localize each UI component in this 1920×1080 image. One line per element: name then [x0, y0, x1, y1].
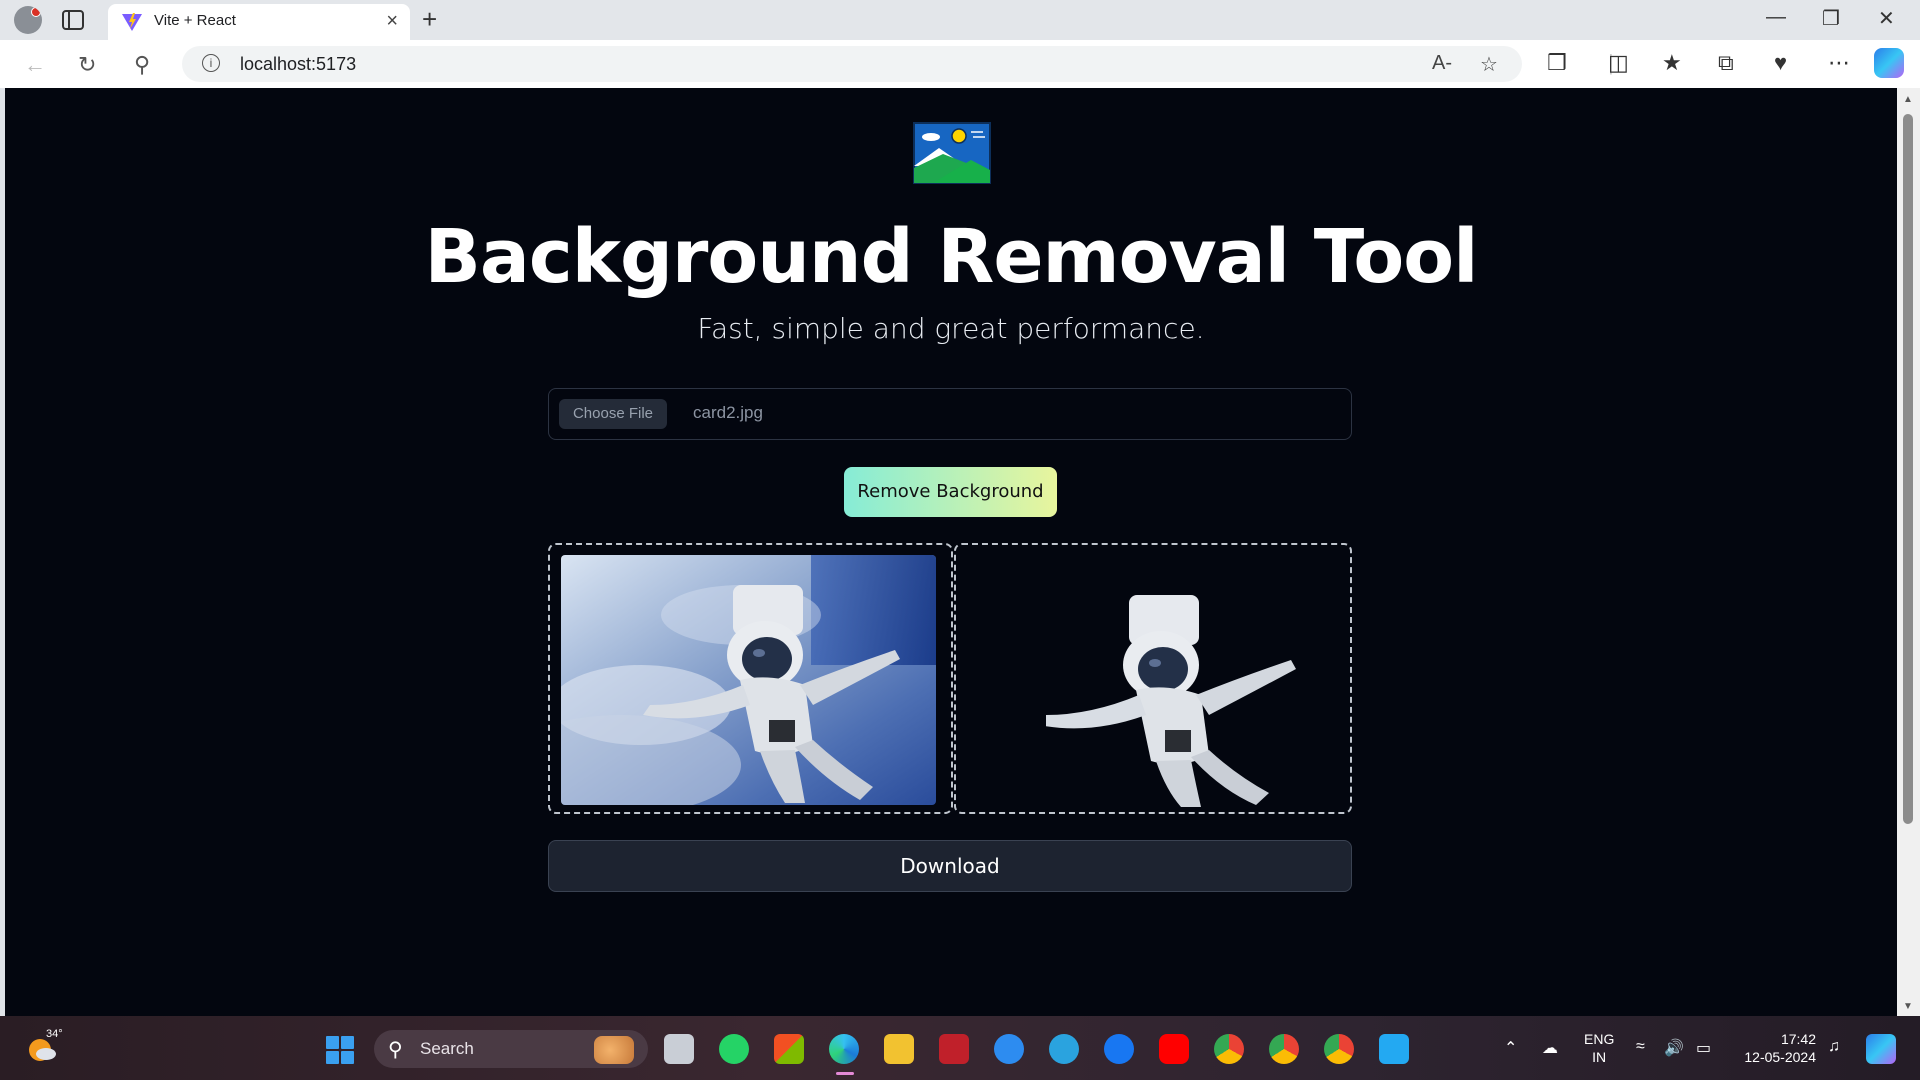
weather-widget[interactable]: 34° — [26, 1028, 63, 1066]
chrome-profile-icon[interactable] — [1269, 1034, 1299, 1064]
restore-icon[interactable]: ❐ — [1822, 6, 1840, 31]
site-info-icon[interactable]: i — [202, 54, 220, 72]
battery-icon[interactable]: ▭ — [1696, 1038, 1711, 1058]
extensions-icon[interactable]: ❒ — [1547, 50, 1567, 76]
split-screen-icon[interactable]: ◫ — [1608, 50, 1629, 76]
page-viewport: Background Removal Tool Fast, simple and… — [5, 88, 1897, 1016]
scrollbar-thumb[interactable] — [1903, 114, 1913, 824]
address-bar[interactable]: i localhost:5173 A‑ ☆ — [182, 46, 1522, 82]
refresh-icon[interactable]: ↻ — [78, 52, 96, 78]
vscode-icon[interactable] — [1379, 1034, 1409, 1064]
landscape-image-icon — [913, 122, 991, 184]
more-options-icon[interactable]: ⋯ — [1828, 50, 1850, 76]
url-text[interactable]: localhost:5173 — [240, 54, 356, 75]
background-removed-astronaut-image — [1046, 595, 1296, 807]
download-button[interactable]: Download — [548, 840, 1352, 892]
notification-dot — [31, 7, 41, 17]
minimize-icon[interactable]: — — [1766, 6, 1786, 29]
help-icon[interactable] — [994, 1034, 1024, 1064]
collections-icon[interactable]: ⧉ — [1718, 50, 1734, 76]
windows-taskbar: 34° ⚲ Search ⌃ ☁ ENG IN ≈ 🔊 ▭ 17:42 12-0… — [0, 1016, 1920, 1080]
region-code: IN — [1592, 1049, 1607, 1065]
whatsapp-icon[interactable] — [719, 1034, 749, 1064]
browser-essentials-icon[interactable]: ♥ — [1774, 50, 1787, 76]
task-view-icon[interactable] — [664, 1034, 694, 1064]
youtube-icon[interactable] — [1159, 1034, 1189, 1064]
close-tab-icon[interactable]: × — [386, 10, 398, 33]
profile-avatar-icon[interactable] — [14, 6, 42, 34]
search-label: Search — [420, 1039, 474, 1058]
result-image-panel — [954, 543, 1352, 814]
favorites-icon[interactable]: ★ — [1662, 50, 1682, 76]
mcafee-icon[interactable] — [939, 1034, 969, 1064]
chrome-profile-2-icon[interactable] — [1324, 1034, 1354, 1064]
telegram-icon[interactable] — [1049, 1034, 1079, 1064]
vite-logo-icon — [122, 13, 142, 31]
taskbar-search[interactable]: ⚲ Search — [374, 1030, 648, 1068]
clock-time: 17:42 — [1780, 1031, 1816, 1047]
browser-tab[interactable]: Vite + React × — [108, 4, 410, 40]
wifi-icon[interactable]: ≈ — [1636, 1038, 1645, 1056]
active-app-indicator — [836, 1072, 854, 1075]
system-clock[interactable]: 17:42 12-05-2024 — [1740, 1030, 1816, 1066]
new-tab-icon[interactable]: + — [422, 4, 437, 35]
file-input[interactable]: Choose File card2.jpg — [548, 388, 1352, 440]
search-highlight-image — [594, 1036, 634, 1064]
onedrive-icon[interactable]: ☁ — [1542, 1038, 1558, 1058]
microsoft-store-icon[interactable] — [774, 1034, 804, 1064]
search-icon[interactable]: ⚲ — [134, 52, 150, 78]
read-aloud-icon[interactable]: A‑ — [1432, 52, 1452, 75]
vertical-scrollbar[interactable]: ▲ ▼ — [1897, 88, 1920, 1016]
tab-title: Vite + React — [154, 12, 236, 29]
notifications-bell-icon[interactable]: ♫ — [1828, 1038, 1840, 1056]
clock-date: 12-05-2024 — [1744, 1049, 1816, 1065]
remove-background-button[interactable]: Remove Background — [844, 467, 1057, 517]
facebook-icon[interactable] — [1104, 1034, 1134, 1064]
file-explorer-icon[interactable] — [884, 1034, 914, 1064]
browser-toolbar: ← ↻ ⚲ i localhost:5173 A‑ ☆ ❒ | ◫ ★ ⧉ ♥ … — [0, 40, 1920, 88]
back-icon[interactable]: ← — [24, 52, 46, 78]
search-icon: ⚲ — [388, 1039, 403, 1061]
scroll-down-arrow-icon[interactable]: ▼ — [1903, 1001, 1913, 1012]
original-astronaut-image — [561, 555, 936, 805]
weather-temperature: 34° — [46, 1028, 63, 1040]
close-window-icon[interactable]: ✕ — [1878, 6, 1895, 31]
language-indicator[interactable]: ENG IN — [1584, 1030, 1614, 1066]
page-subtitle: Fast, simple and great performance. — [697, 312, 1205, 345]
page-title: Background Removal Tool — [424, 214, 1479, 300]
copilot-icon[interactable] — [1874, 48, 1904, 78]
show-hidden-icons-icon[interactable]: ⌃ — [1504, 1038, 1517, 1058]
chrome-icon[interactable] — [1214, 1034, 1244, 1064]
edge-browser-icon[interactable] — [829, 1034, 859, 1064]
tab-actions-icon[interactable] — [62, 10, 84, 30]
copilot-taskbar-icon[interactable] — [1866, 1034, 1896, 1064]
favorite-star-icon[interactable]: ☆ — [1480, 52, 1498, 77]
language-code: ENG — [1584, 1031, 1615, 1047]
selected-file-name: card2.jpg — [693, 403, 763, 422]
original-image-panel — [548, 543, 953, 814]
start-menu-icon[interactable] — [326, 1036, 354, 1064]
browser-tab-bar: Vite + React × + — ❐ ✕ — [0, 0, 1920, 40]
volume-icon[interactable]: 🔊 — [1664, 1038, 1684, 1058]
choose-file-button[interactable]: Choose File — [559, 399, 667, 429]
scroll-up-arrow-icon[interactable]: ▲ — [1903, 94, 1913, 105]
